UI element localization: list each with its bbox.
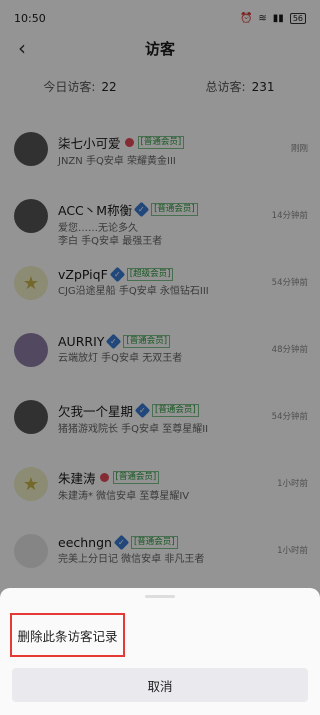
sheet-handle[interactable] — [145, 595, 175, 598]
action-sheet: 删除此条访客记录 取消 — [0, 588, 320, 715]
cancel-button[interactable]: 取消 — [12, 668, 308, 702]
delete-visitor-record-button[interactable]: 删除此条访客记录 — [10, 613, 125, 657]
